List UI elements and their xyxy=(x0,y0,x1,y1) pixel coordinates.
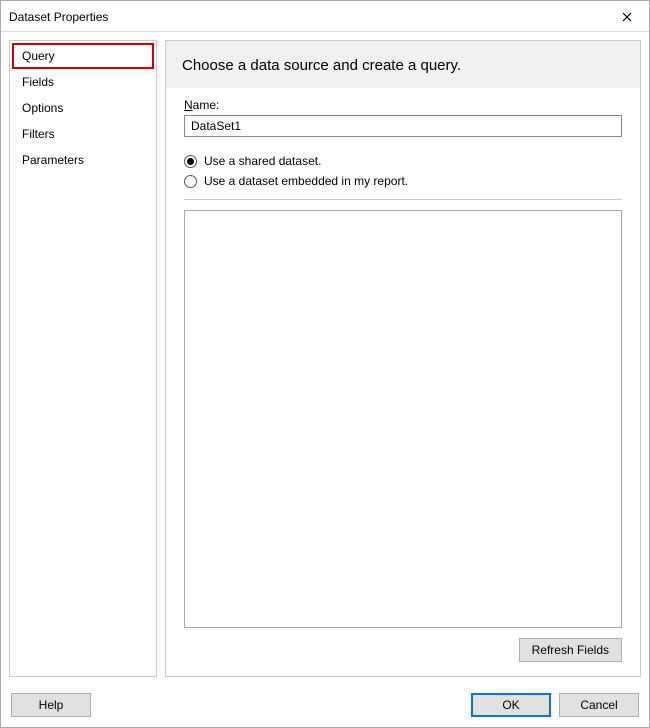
sidebar-item-filters[interactable]: Filters xyxy=(12,121,154,147)
dataset-properties-dialog: Dataset Properties Query Fields Options … xyxy=(0,0,650,728)
name-label-rest: ame: xyxy=(193,98,220,112)
close-icon xyxy=(622,12,632,22)
sidebar-item-options[interactable]: Options xyxy=(12,95,154,121)
sidebar-item-label: Parameters xyxy=(22,153,84,167)
main-panel: Choose a data source and create a query.… xyxy=(165,40,641,677)
radio-shared-label: Use a shared dataset. xyxy=(204,154,321,168)
divider xyxy=(184,199,622,200)
cancel-button[interactable]: Cancel xyxy=(559,693,639,717)
radio-icon xyxy=(184,155,197,168)
help-button[interactable]: Help xyxy=(11,693,91,717)
sidebar-item-label: Query xyxy=(22,49,55,63)
sidebar-item-label: Filters xyxy=(22,127,55,141)
close-button[interactable] xyxy=(613,7,641,27)
sidebar-item-label: Options xyxy=(22,101,63,115)
sidebar-item-parameters[interactable]: Parameters xyxy=(12,147,154,173)
dialog-title: Dataset Properties xyxy=(9,10,108,24)
name-input[interactable] xyxy=(184,115,622,137)
refresh-fields-button[interactable]: Refresh Fields xyxy=(519,638,622,662)
panel-heading: Choose a data source and create a query. xyxy=(182,57,624,74)
dialog-body: Query Fields Options Filters Parameters … xyxy=(1,32,649,685)
footer-right: OK Cancel xyxy=(471,693,639,717)
refresh-row: Refresh Fields xyxy=(184,638,622,666)
sidebar-item-label: Fields xyxy=(22,75,54,89)
dataset-type-radio-group: Use a shared dataset. Use a dataset embe… xyxy=(184,151,622,191)
titlebar: Dataset Properties xyxy=(1,1,649,32)
sidebar-item-fields[interactable]: Fields xyxy=(12,69,154,95)
radio-selected-dot xyxy=(187,158,194,165)
radio-embedded-label: Use a dataset embedded in my report. xyxy=(204,174,408,188)
radio-embedded-dataset[interactable]: Use a dataset embedded in my report. xyxy=(184,171,622,191)
dialog-footer: Help OK Cancel xyxy=(1,685,649,727)
radio-icon xyxy=(184,175,197,188)
query-editor-area[interactable] xyxy=(184,210,622,628)
content-area: Name: Use a shared dataset. Use a datase… xyxy=(166,88,640,676)
sidebar: Query Fields Options Filters Parameters xyxy=(9,40,157,677)
radio-shared-dataset[interactable]: Use a shared dataset. xyxy=(184,151,622,171)
name-label: Name: xyxy=(184,98,622,112)
sidebar-item-query[interactable]: Query xyxy=(12,43,154,69)
ok-button[interactable]: OK xyxy=(471,693,551,717)
name-label-accelerator: N xyxy=(184,98,193,112)
header-strip: Choose a data source and create a query. xyxy=(166,41,640,88)
